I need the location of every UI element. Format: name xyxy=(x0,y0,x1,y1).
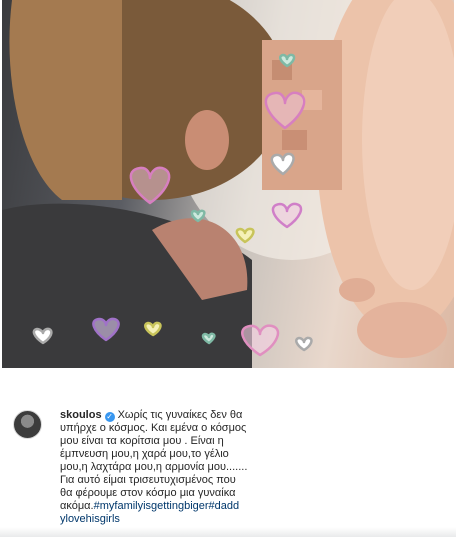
caption-line: θα φέρουμε στον κόσμο μια γυναίκα xyxy=(60,487,236,499)
caption-line: έμπνευση μου,η χαρά μου,το γέλιο xyxy=(60,448,229,460)
caption-line: μου,η λαχτάρα μου,η αρμονία μου....... xyxy=(60,461,248,473)
hashtag-link[interactable]: #myfamilyisgettingbiger xyxy=(94,500,209,512)
caption-line: υπήρχε ο κόσμος. Και εμένα ο κόσμος xyxy=(60,422,247,434)
post-photo[interactable] xyxy=(2,0,454,368)
heart-doodle-icon xyxy=(295,336,313,352)
hashtag-link-continued[interactable]: ylovehisgirls xyxy=(60,513,120,525)
verified-badge-icon: ✓ xyxy=(104,412,115,422)
bottom-divider xyxy=(0,527,456,537)
caption-line: Χωρίς τις γυναίκες δεν θα xyxy=(117,409,243,421)
post-caption-section: skoulos ✓ Χωρίς τις γυναίκες δεν θα υπήρχε… xyxy=(0,368,456,537)
hashtag-link[interactable]: #dadd xyxy=(209,500,240,512)
caption-line: ακόμα. xyxy=(60,500,94,512)
caption-text: skoulos ✓ Χωρίς τις γυναίκες δεν θα υπήρχε… xyxy=(60,409,440,526)
caption-line: μου είναι τα κορίτσια μου . Είναι η xyxy=(60,435,224,447)
username-link[interactable]: skoulos xyxy=(60,409,102,421)
photo-illustration xyxy=(2,0,454,368)
caption-line: Για αυτό είμαι τρισευτυχισμένος που xyxy=(60,474,236,486)
avatar[interactable] xyxy=(13,410,42,439)
